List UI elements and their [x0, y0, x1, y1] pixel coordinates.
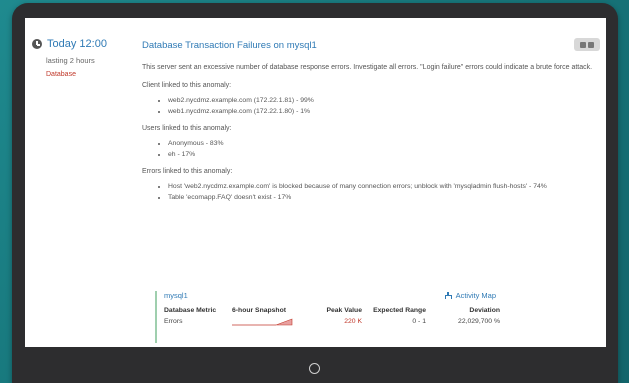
- errors-label: Errors linked to this anomaly:: [142, 168, 233, 175]
- server-link[interactable]: mysql1: [164, 291, 188, 300]
- list-item: Host 'web2.nycdmz.example.com' is blocke…: [168, 181, 602, 192]
- errors-list: Host 'web2.nycdmz.example.com' is blocke…: [142, 181, 602, 203]
- time-row: Today 12:00: [32, 38, 132, 50]
- expected-range-cell: 0 - 1: [412, 318, 426, 325]
- anomaly-description: This server sent an excessive number of …: [142, 64, 593, 71]
- network-icon: [444, 292, 452, 299]
- column-header: Deviation: [469, 307, 500, 314]
- duration-text: lasting 2 hours: [46, 56, 95, 65]
- snapshot-cell: [232, 318, 304, 328]
- anomaly-detail: Database Transaction Failures on mysql1 …: [142, 40, 602, 211]
- column-header: Peak Value: [326, 307, 362, 314]
- clock-icon: [32, 39, 42, 49]
- peak-value-cell: 220 K: [344, 318, 362, 325]
- users-label: Users linked to this anomaly:: [142, 125, 232, 132]
- metric-table: Database Metric 6-hour Snapshot Peak Val…: [164, 307, 504, 328]
- column-header: 6-hour Snapshot: [232, 307, 286, 314]
- anomaly-title[interactable]: Database Transaction Failures on mysql1: [142, 40, 602, 51]
- snapshot-sparkline[interactable]: [232, 318, 294, 326]
- column-header: Database Metric: [164, 307, 217, 314]
- metric-panel: mysql1 Activity Map Database Metric 6-ho…: [155, 291, 504, 343]
- list-item: Table 'ecomapp.FAQ' doesn't exist - 17%: [168, 192, 602, 203]
- metric-header: mysql1 Activity Map: [164, 291, 504, 300]
- metric-name-cell: Errors: [164, 318, 183, 325]
- deviation-cell: 22,029,700 %: [458, 318, 500, 325]
- anomaly-meta: Today 12:00 lasting 2 hours Database: [32, 38, 132, 78]
- category-tag[interactable]: Database: [46, 71, 132, 78]
- clients-list: web2.nycdmz.example.com (172.22.1.81) - …: [142, 95, 602, 117]
- users-list: Anonymous - 83% eh - 17%: [142, 138, 602, 160]
- activity-map-link[interactable]: Activity Map: [444, 291, 496, 300]
- tablet-frame: Today 12:00 lasting 2 hours Database Dat…: [12, 3, 618, 383]
- activity-map-label[interactable]: Activity Map: [456, 291, 496, 300]
- screen: Today 12:00 lasting 2 hours Database Dat…: [25, 18, 606, 347]
- clients-label: Client linked to this anomaly:: [142, 82, 232, 89]
- time-text[interactable]: Today 12:00: [47, 38, 107, 50]
- home-button[interactable]: [309, 363, 320, 374]
- list-item: Anonymous - 83%: [168, 138, 602, 149]
- column-header: Expected Range: [373, 307, 426, 314]
- list-item: web2.nycdmz.example.com (172.22.1.81) - …: [168, 95, 602, 106]
- list-item: eh - 17%: [168, 149, 602, 160]
- list-item: web1.nycdmz.example.com (172.22.1.80) - …: [168, 106, 602, 117]
